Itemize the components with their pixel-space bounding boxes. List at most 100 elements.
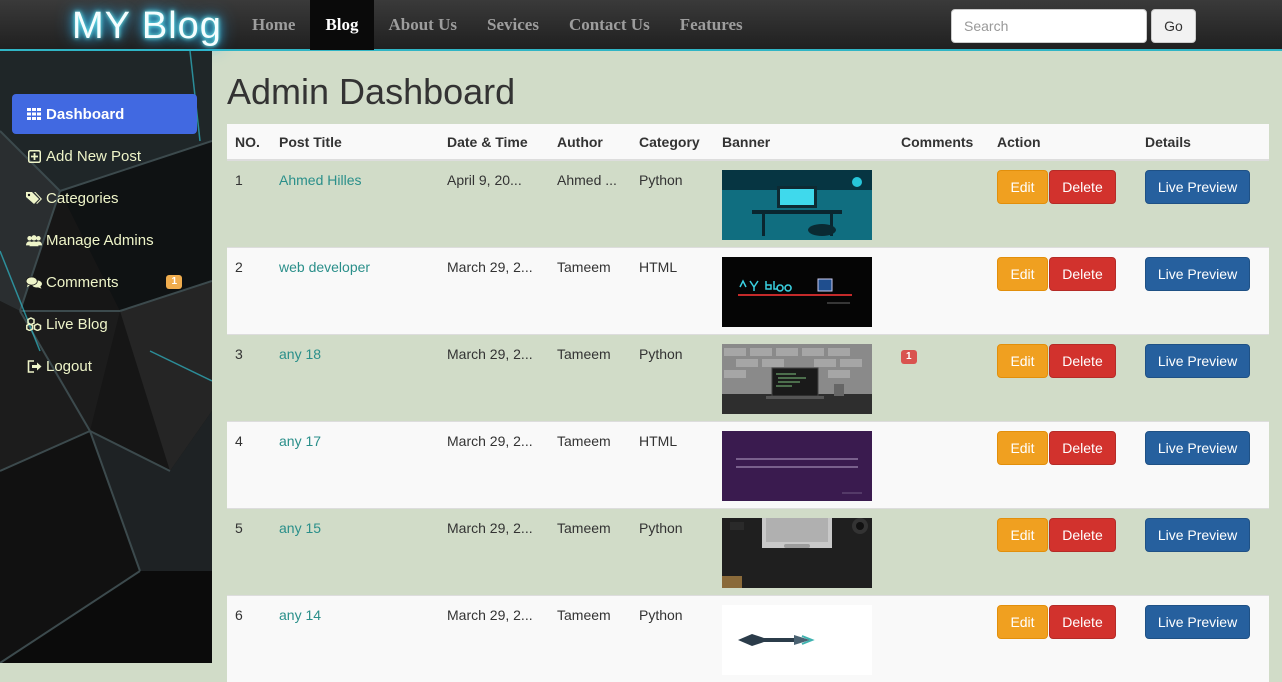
nav-link-contact[interactable]: Contact Us (554, 0, 665, 50)
cell-author: Tameem (549, 507, 631, 595)
top-navbar: MY Blog Home Blog About Us Sevices Conta… (0, 0, 1282, 51)
table-row: 4 any 17 March 29, 2... Tameem HTML Edit… (227, 420, 1269, 508)
sidebar-item-dashboard[interactable]: Dashboard (12, 94, 197, 134)
live-preview-button[interactable]: Live Preview (1145, 170, 1250, 204)
column-header-comments: Comments (893, 124, 989, 161)
edit-button[interactable]: Edit (997, 430, 1048, 465)
nav-link-home[interactable]: Home (237, 0, 310, 50)
cell-date: March 29, 2... (439, 420, 549, 508)
cell-comments (893, 159, 989, 247)
delete-button[interactable]: Delete (1049, 170, 1116, 204)
delete-button[interactable]: Delete (1049, 343, 1116, 378)
search-go-button[interactable]: Go (1151, 9, 1196, 43)
sidebar-item-add-new-post[interactable]: Add New Post (12, 136, 197, 176)
post-title-link[interactable]: any 15 (279, 520, 321, 536)
delete-button[interactable]: Delete (1049, 604, 1116, 639)
banner-image (722, 170, 872, 240)
nav-link-about[interactable]: About Us (374, 0, 473, 50)
plus-square-icon (26, 149, 42, 163)
sidebar-item-categories[interactable]: Categories (12, 178, 197, 218)
table-row: 2 web developer March 29, 2... Tameem HT… (227, 246, 1269, 334)
cell-author: Tameem (549, 246, 631, 334)
delete-button[interactable]: Delete (1049, 256, 1116, 291)
cell-author: Tameem (549, 333, 631, 421)
sidebar: Dashboard Add New Post Categories Manage… (0, 51, 212, 663)
cell-details: Live Preview (1137, 333, 1269, 421)
sidebar-item-label: Manage Admins (46, 231, 154, 249)
cell-title: web developer (271, 246, 439, 334)
tags-icon (26, 191, 42, 205)
banner-image (722, 343, 872, 414)
cell-no: 5 (227, 507, 271, 595)
sidebar-item-comments[interactable]: Comments 1 (12, 262, 197, 302)
column-header-no: NO. (227, 124, 271, 161)
cell-comments: 1 (893, 333, 989, 421)
edit-button[interactable]: Edit (997, 604, 1048, 639)
sidebar-item-live-blog[interactable]: Live Blog (12, 304, 197, 344)
cell-category: HTML (631, 246, 714, 334)
cell-action: Edit Delete (989, 159, 1137, 247)
cell-no: 6 (227, 594, 271, 682)
column-header-post-title: Post Title (271, 124, 439, 161)
banner-image (722, 256, 872, 327)
cell-title: any 15 (271, 507, 439, 595)
column-header-banner: Banner (714, 124, 893, 161)
live-preview-button[interactable]: Live Preview (1145, 517, 1250, 552)
users-icon (26, 233, 42, 247)
nav-link-blog[interactable]: Blog (310, 0, 374, 50)
brand-logo[interactable]: MY Blog (72, 4, 222, 48)
cell-action: Edit Delete (989, 246, 1137, 334)
cell-action: Edit Delete (989, 507, 1137, 595)
cell-banner (714, 507, 893, 595)
cell-date: March 29, 2... (439, 507, 549, 595)
table-row: 1 Ahmed Hilles April 9, 20... Ahmed ... … (227, 159, 1269, 247)
cell-details: Live Preview (1137, 159, 1269, 247)
cell-details: Live Preview (1137, 507, 1269, 595)
post-title-link[interactable]: Ahmed Hilles (279, 172, 361, 188)
edit-button[interactable]: Edit (997, 517, 1048, 552)
live-preview-button[interactable]: Live Preview (1145, 604, 1250, 639)
column-header-category: Category (631, 124, 714, 161)
cell-author: Ahmed ... (549, 159, 631, 247)
comments-count-badge: 1 (166, 275, 182, 289)
cell-title: any 18 (271, 333, 439, 421)
cell-details: Live Preview (1137, 246, 1269, 334)
post-title-link[interactable]: web developer (279, 259, 370, 275)
search-input[interactable] (951, 9, 1147, 43)
cell-comments (893, 420, 989, 508)
nav-link-services[interactable]: Sevices (472, 0, 554, 50)
sidebar-item-manage-admins[interactable]: Manage Admins (12, 220, 197, 260)
post-title-link[interactable]: any 17 (279, 433, 321, 449)
cell-banner (714, 333, 893, 421)
live-preview-button[interactable]: Live Preview (1145, 430, 1250, 465)
cell-date: March 29, 2... (439, 594, 549, 682)
cell-no: 4 (227, 420, 271, 508)
sidebar-item-label: Logout (46, 357, 92, 375)
delete-button[interactable]: Delete (1049, 517, 1116, 552)
logout-icon (26, 359, 42, 373)
post-title-link[interactable]: any 18 (279, 346, 321, 362)
column-header-action: Action (989, 124, 1137, 161)
edit-button[interactable]: Edit (997, 343, 1048, 378)
page-title: Admin Dashboard (227, 71, 516, 112)
table-row: 3 any 18 March 29, 2... Tameem Python 1 … (227, 333, 1269, 421)
banner-image (722, 517, 872, 588)
cell-details: Live Preview (1137, 420, 1269, 508)
table-row: 5 any 15 March 29, 2... Tameem Python Ed… (227, 507, 1269, 595)
cell-author: Tameem (549, 420, 631, 508)
nav-link-features[interactable]: Features (665, 0, 758, 50)
live-preview-button[interactable]: Live Preview (1145, 343, 1250, 378)
edit-button[interactable]: Edit (997, 256, 1048, 291)
cell-no: 3 (227, 333, 271, 421)
post-comment-count-badge: 1 (901, 349, 917, 364)
delete-button[interactable]: Delete (1049, 430, 1116, 465)
cell-no: 2 (227, 246, 271, 334)
cell-title: any 14 (271, 594, 439, 682)
edit-button[interactable]: Edit (997, 170, 1048, 204)
sidebar-item-logout[interactable]: Logout (12, 346, 197, 386)
cubes-icon (26, 317, 42, 331)
sidebar-item-label: Categories (46, 189, 119, 207)
post-title-link[interactable]: any 14 (279, 607, 321, 623)
cell-comments (893, 507, 989, 595)
live-preview-button[interactable]: Live Preview (1145, 256, 1250, 291)
